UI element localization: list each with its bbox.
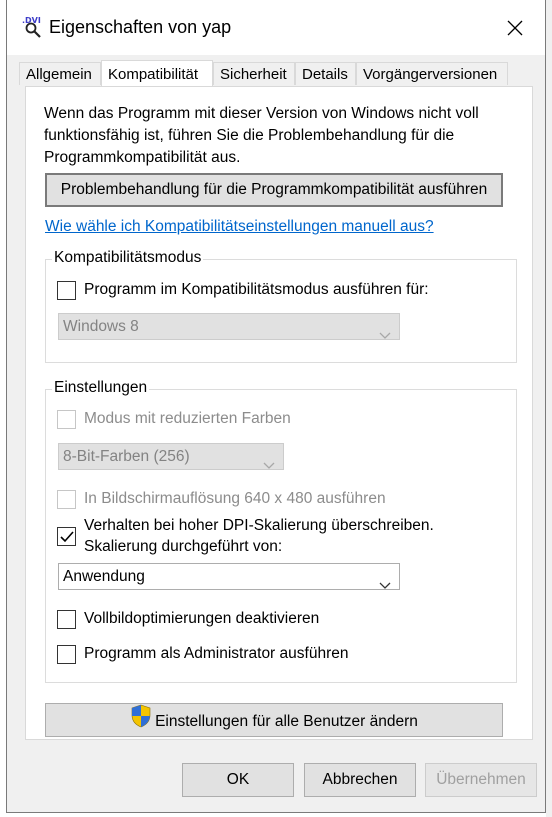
settings-legend: Einstellungen bbox=[52, 379, 150, 397]
os-select: Windows 8 bbox=[58, 313, 400, 340]
tab-sicherheit[interactable]: Sicherheit bbox=[213, 62, 295, 85]
properties-dialog: .DVI Eigenschaften von yap Allgemein Kom… bbox=[6, 0, 546, 813]
reduced-color-checkbox bbox=[57, 410, 76, 429]
apply-button: Übernehmen bbox=[425, 763, 537, 797]
cancel-button[interactable]: Abbrechen bbox=[304, 763, 416, 797]
tab-label: Sicherheit bbox=[220, 66, 287, 83]
fullscreen-opt-checkbox[interactable] bbox=[57, 610, 76, 629]
tab-details[interactable]: Details bbox=[295, 62, 356, 85]
uac-shield-icon bbox=[130, 704, 152, 740]
chevron-down-icon bbox=[263, 453, 275, 478]
dpi-override-checkbox[interactable] bbox=[57, 527, 76, 546]
change-all-users-label: Einstellungen für alle Benutzer ändern bbox=[155, 713, 418, 731]
ok-button[interactable]: OK bbox=[182, 763, 294, 797]
settings-group: Einstellungen Modus mit reduzierten Farb… bbox=[45, 379, 517, 683]
chevron-down-icon bbox=[379, 323, 391, 348]
run-as-admin-label: Programm als Administrator ausführen bbox=[84, 645, 349, 662]
dpi-override-label-line2: Skalierung durchgeführt von: bbox=[84, 538, 283, 555]
resolution-label: In Bildschirmauflösung 640 x 480 ausführ… bbox=[84, 490, 386, 507]
reduced-color-label: Modus mit reduzierten Farben bbox=[84, 410, 291, 427]
intro-text: Wenn das Programm mit dieser Version von… bbox=[44, 105, 479, 166]
compat-mode-group: Kompatibilitätsmodus Programm im Kompati… bbox=[45, 249, 517, 363]
tab-allgemein[interactable]: Allgemein bbox=[19, 62, 101, 85]
dpi-scaling-select[interactable]: Anwendung bbox=[58, 563, 400, 590]
troubleshoot-button[interactable]: Problembehandlung für die Programmkompat… bbox=[45, 173, 503, 207]
window-title: Eigenschaften von yap bbox=[49, 17, 232, 37]
title-bar: .DVI Eigenschaften von yap bbox=[7, 0, 545, 55]
color-depth-select: 8-Bit-Farben (256) bbox=[58, 443, 284, 470]
tab-label: Allgemein bbox=[26, 66, 92, 83]
color-depth-value: 8-Bit-Farben (256) bbox=[63, 448, 190, 465]
app-icon: .DVI bbox=[20, 14, 44, 38]
tab-vorgaengerversionen[interactable]: Vorgängerversionen bbox=[356, 62, 508, 85]
compat-mode-label: Programm im Kompatibilitätsmodus ausführ… bbox=[84, 281, 429, 298]
close-icon[interactable] bbox=[497, 10, 533, 46]
checkmark-icon bbox=[60, 531, 74, 543]
manual-settings-link[interactable]: Wie wähle ich Kompatibilitätseinstellung… bbox=[45, 218, 434, 236]
tab-kompatibilitaet[interactable]: Kompatibilität bbox=[101, 60, 213, 86]
tab-label: Vorgängerversionen bbox=[363, 66, 498, 83]
compat-mode-checkbox[interactable] bbox=[57, 281, 76, 300]
compat-mode-legend: Kompatibilitätsmodus bbox=[52, 249, 204, 267]
run-as-admin-checkbox[interactable] bbox=[57, 645, 76, 664]
os-select-value: Windows 8 bbox=[63, 318, 139, 335]
resolution-checkbox bbox=[57, 490, 76, 509]
change-all-users-button[interactable]: Einstellungen für alle Benutzer ändern bbox=[45, 703, 503, 737]
dpi-scaling-value: Anwendung bbox=[63, 568, 145, 585]
chevron-down-icon bbox=[379, 573, 391, 598]
fullscreen-opt-label: Vollbildoptimierungen deaktivieren bbox=[84, 610, 320, 627]
compatibility-panel: Wenn das Programm mit dieser Version von… bbox=[25, 86, 533, 740]
dpi-override-label-line1: Verhalten bei hoher DPI-Skalierung übers… bbox=[84, 517, 434, 534]
background-window-right bbox=[546, 0, 552, 817]
tab-label: Kompatibilität bbox=[108, 66, 199, 83]
tab-label: Details bbox=[302, 66, 348, 83]
